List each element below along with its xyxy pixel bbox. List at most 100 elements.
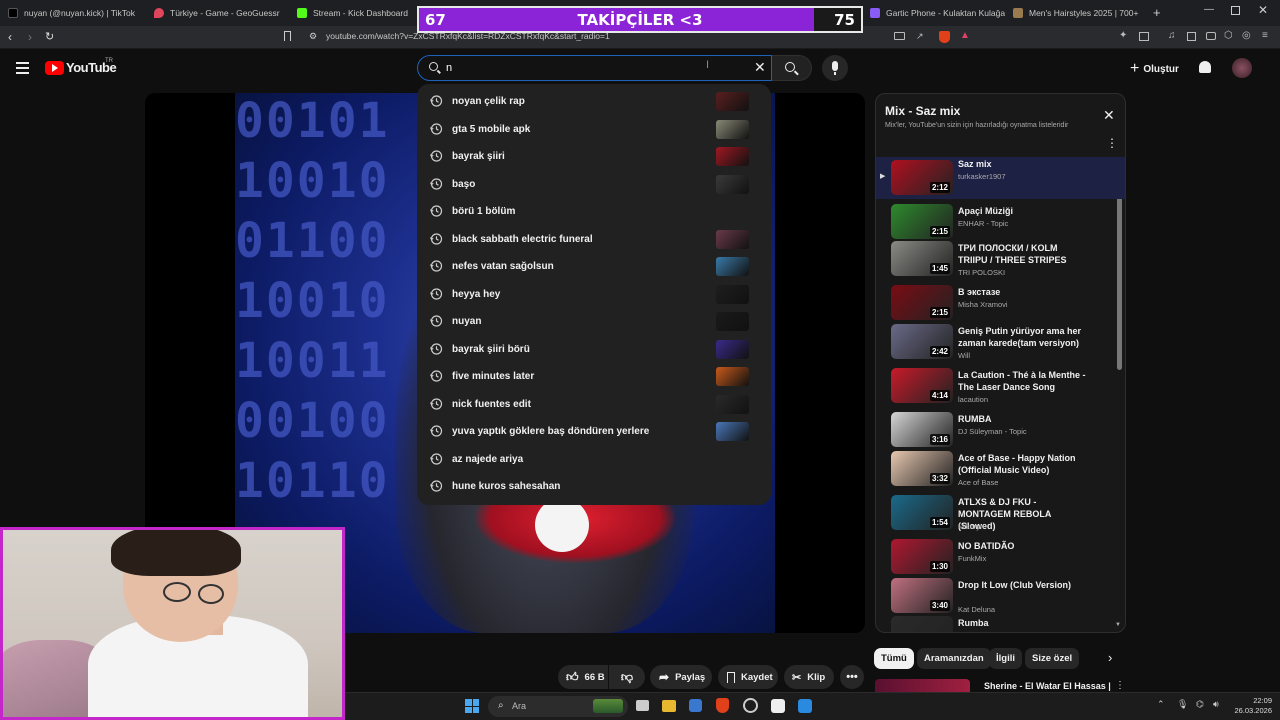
wallet-icon[interactable] — [1206, 32, 1216, 40]
next-video-title[interactable]: Sherine - El Watar El Hassas | — [984, 681, 1111, 691]
taskbar-search[interactable]: ⌕ Ara — [488, 696, 628, 717]
mix-playlist-item[interactable]: 2:42 Geniş Putin yürüyor ama her zaman ka… — [876, 324, 1125, 364]
app-icon[interactable] — [771, 699, 785, 713]
mix-playlist-item[interactable]: 2:15 В экстазе Misha Xramovi — [876, 285, 1125, 325]
clear-search-icon[interactable]: ✕ — [754, 59, 766, 76]
suggestion-item[interactable]: nick fuentes edit — [417, 391, 771, 418]
clock[interactable]: 22:09 26.03.2026 — [1232, 696, 1272, 716]
tab-kick-dashboard[interactable]: Stream - Kick Dashboard — [297, 0, 412, 26]
suggestion-item[interactable]: five minutes later — [417, 363, 771, 390]
menu-icon[interactable]: ≡ — [1262, 30, 1268, 41]
suggestion-item[interactable]: bayrak şiiri — [417, 143, 771, 170]
media-icon[interactable]: ♫ — [1168, 30, 1176, 41]
suggestion-item[interactable]: black sabbath electric funeral — [417, 226, 771, 253]
windows-start-icon[interactable] — [465, 699, 479, 713]
suggestion-text: gta 5 mobile apk — [452, 123, 531, 135]
suggestion-item[interactable]: başo — [417, 171, 771, 198]
tab-title: Gartic Phone - Kulaktan Kulağa — [886, 8, 1005, 18]
suggestion-item[interactable]: nefes vatan sağolsun — [417, 253, 771, 280]
brave-rewards-icon[interactable]: ▲ — [960, 30, 970, 41]
task-view-icon[interactable] — [636, 700, 649, 711]
suggestion-item[interactable]: bayrak şiiri börü — [417, 336, 771, 363]
sidebar-toggle-icon[interactable] — [1187, 32, 1196, 41]
suggestion-item[interactable]: börü 1 bölüm — [417, 198, 771, 225]
glasses-right — [198, 584, 224, 604]
like-button[interactable]: 👍︎ 66 B — [558, 665, 608, 689]
brave-shield-icon[interactable] — [939, 31, 950, 43]
cast-icon[interactable] — [894, 32, 905, 40]
suggestion-text: börü 1 bölüm — [452, 206, 516, 217]
next-video-menu-icon[interactable]: ⋮ — [1115, 680, 1125, 691]
account-avatar[interactable] — [1232, 58, 1252, 78]
chip-for-you[interactable]: Size özel — [1025, 648, 1080, 669]
chip-from-search[interactable]: Aramanızdan — [917, 648, 991, 669]
tray-overflow-icon[interactable]: ⌃ — [1157, 699, 1165, 710]
voice-search-button[interactable] — [822, 55, 848, 81]
forward-icon[interactable]: › — [28, 30, 32, 44]
site-info-icon[interactable]: ⚙ — [309, 31, 317, 42]
chips-next-icon[interactable]: › — [1108, 650, 1112, 665]
extensions-icon[interactable]: ✦ — [1119, 30, 1127, 41]
mix-playlist-item[interactable]: 3:16 RUMBA DJ Süleyman - Topic — [876, 412, 1125, 452]
chip-related[interactable]: İlgili — [989, 648, 1022, 669]
suggestion-item[interactable]: nuyan — [417, 308, 771, 335]
leo-icon[interactable]: ◎ — [1242, 30, 1251, 41]
file-explorer-icon[interactable] — [662, 700, 676, 712]
reload-icon[interactable]: ↻ — [45, 30, 54, 43]
more-actions-button[interactable]: ••• — [840, 665, 864, 689]
tab-hairstyles[interactable]: Men's Hairstyles 2025 | 700+ Hair — [1013, 0, 1140, 26]
maximize-button[interactable] — [1231, 6, 1240, 15]
mix-playlist-item[interactable]: 3:32 Ace of Base - Happy Nation (Official… — [876, 451, 1125, 491]
tab-geoguessr[interactable]: Türkiye - Game - GeoGuessr — [154, 0, 289, 26]
mix-playlist-item[interactable]: Rumba — [876, 616, 1125, 632]
suggestion-item[interactable]: yuva yaptık göklere baş döndüren yerlere — [417, 418, 771, 445]
dislike-button[interactable]: 👎︎ — [609, 665, 645, 689]
bookmark-icon[interactable] — [284, 31, 291, 41]
suggestion-item[interactable]: heyya hey — [417, 281, 771, 308]
network-icon[interactable]: ⌬ — [1196, 699, 1204, 710]
picture-in-picture-icon[interactable] — [1139, 32, 1149, 41]
mix-title: Mix - Saz mix — [885, 104, 961, 118]
mix-item-channel: Ace of Base — [958, 478, 999, 487]
azure-icon[interactable] — [798, 699, 812, 713]
clip-button[interactable]: ✂ Klip — [784, 665, 834, 689]
vpn-icon[interactable]: ⬡ — [1224, 30, 1233, 41]
mix-item-title: La Caution - Thé à la Menthe - The Laser… — [958, 370, 1086, 392]
search-button[interactable] — [772, 55, 812, 81]
search-input[interactable] — [446, 60, 706, 76]
search-box[interactable]: I ✕ — [417, 55, 772, 81]
mix-playlist-item[interactable]: 3:40 Drop It Low (Club Version) Kat Deluna — [876, 578, 1125, 618]
share-page-icon[interactable]: ↗ — [916, 31, 924, 42]
close-window-button[interactable]: ✕ — [1258, 3, 1268, 17]
next-video-thumbnail[interactable] — [875, 679, 970, 692]
youtube-logo-icon[interactable] — [45, 61, 64, 75]
suggestion-item[interactable]: az najede ariya — [417, 446, 771, 473]
more-options-icon[interactable]: ⋮ — [1106, 136, 1118, 150]
brave-browser-icon[interactable] — [716, 698, 729, 713]
suggestion-item[interactable]: noyan çelik rap — [417, 88, 771, 115]
share-button[interactable]: ➦ Paylaş — [650, 665, 712, 689]
back-icon[interactable]: ‹ — [8, 30, 12, 44]
chip-all[interactable]: Tümü — [874, 648, 914, 669]
save-button[interactable]: Kaydet — [718, 665, 778, 689]
hamburger-menu-icon[interactable] — [16, 62, 29, 74]
new-tab-button[interactable]: + — [1153, 5, 1161, 20]
obs-icon[interactable] — [743, 698, 758, 713]
mix-playlist-item[interactable]: 1:30 NO BATIDÃO FunkMix — [876, 539, 1125, 579]
mix-playlist-item[interactable]: 4:14 La Caution - Thé à la Menthe - The L… — [876, 368, 1125, 408]
mix-playlist-item[interactable]: 1:45 ТРИ ПОЛОСКИ / KOLM TRIIPU / THREE ST… — [876, 241, 1125, 281]
mix-playlist-item[interactable]: ▶ 2:12 Saz mix turkasker1907 — [876, 157, 1125, 199]
microsoft-store-icon[interactable] — [689, 699, 702, 712]
tab-tiktok[interactable]: nuyan (@nuyan.kick) | TikTok — [8, 0, 148, 26]
microphone-tray-icon[interactable]: 🎙︎ — [1177, 699, 1188, 710]
create-button[interactable]: + Oluştur — [1130, 60, 1179, 78]
minimize-button[interactable]: — — [1204, 4, 1214, 15]
suggestion-item[interactable]: hune kuros sahesahan — [417, 473, 771, 500]
mix-playlist-item[interactable]: 1:54 ATLXS & DJ FKU - MONTAGEM REBOLA (Sl… — [876, 495, 1125, 535]
volume-icon[interactable]: 🔊︎ — [1213, 699, 1219, 710]
tab-gartic-phone[interactable]: Gartic Phone - Kulaktan Kulağa — [870, 0, 1005, 26]
suggestion-item[interactable]: gta 5 mobile apk — [417, 116, 771, 143]
notifications-bell-icon[interactable] — [1199, 61, 1211, 73]
mix-playlist-item[interactable]: 2:15 Apaçi Müziği ENHAR - Topic — [876, 204, 1125, 244]
close-mix-icon[interactable]: ✕ — [1103, 107, 1115, 124]
